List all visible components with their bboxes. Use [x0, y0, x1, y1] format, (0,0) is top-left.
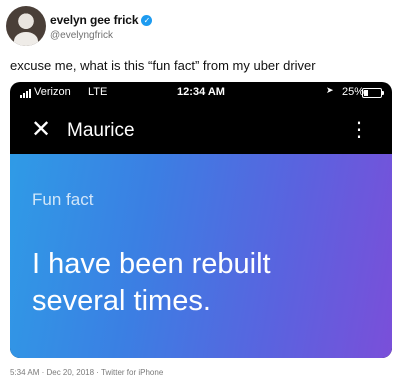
- battery-percentage: 25%: [342, 86, 365, 98]
- attached-screenshot[interactable]: Verizon LTE 12:34 AM ➤ 25% ✕ Maurice ⋮ F…: [10, 82, 392, 358]
- user-handle[interactable]: @evelyngfrick: [50, 30, 113, 41]
- fun-fact-message: I have been rebuilt several times.: [32, 248, 271, 317]
- name-row: evelyn gee frick ✓: [50, 13, 153, 27]
- chat-title: Maurice: [67, 120, 135, 141]
- tweet-text: excuse me, what is this “fun fact” from …: [10, 58, 316, 73]
- tweet-timestamp[interactable]: 5:34 AM · Dec 20, 2018 · Twitter for iPh…: [10, 368, 163, 377]
- fun-fact-panel: Fun fact I have been rebuilt several tim…: [10, 154, 392, 358]
- close-icon[interactable]: ✕: [28, 116, 54, 142]
- fun-fact-label: Fun fact: [32, 190, 94, 209]
- verified-badge-icon: ✓: [141, 14, 153, 26]
- app-bar: ✕ Maurice ⋮: [10, 108, 392, 152]
- more-options-icon[interactable]: ⋮: [349, 117, 369, 143]
- status-bar: Verizon LTE 12:34 AM ➤ 25%: [10, 82, 392, 104]
- location-arrow-icon: ➤: [326, 86, 334, 96]
- avatar[interactable]: [6, 6, 46, 46]
- battery-icon: [362, 88, 384, 98]
- tweet-header: evelyn gee frick ✓ @evelyngfrick: [6, 6, 394, 46]
- display-name[interactable]: evelyn gee frick: [50, 13, 139, 27]
